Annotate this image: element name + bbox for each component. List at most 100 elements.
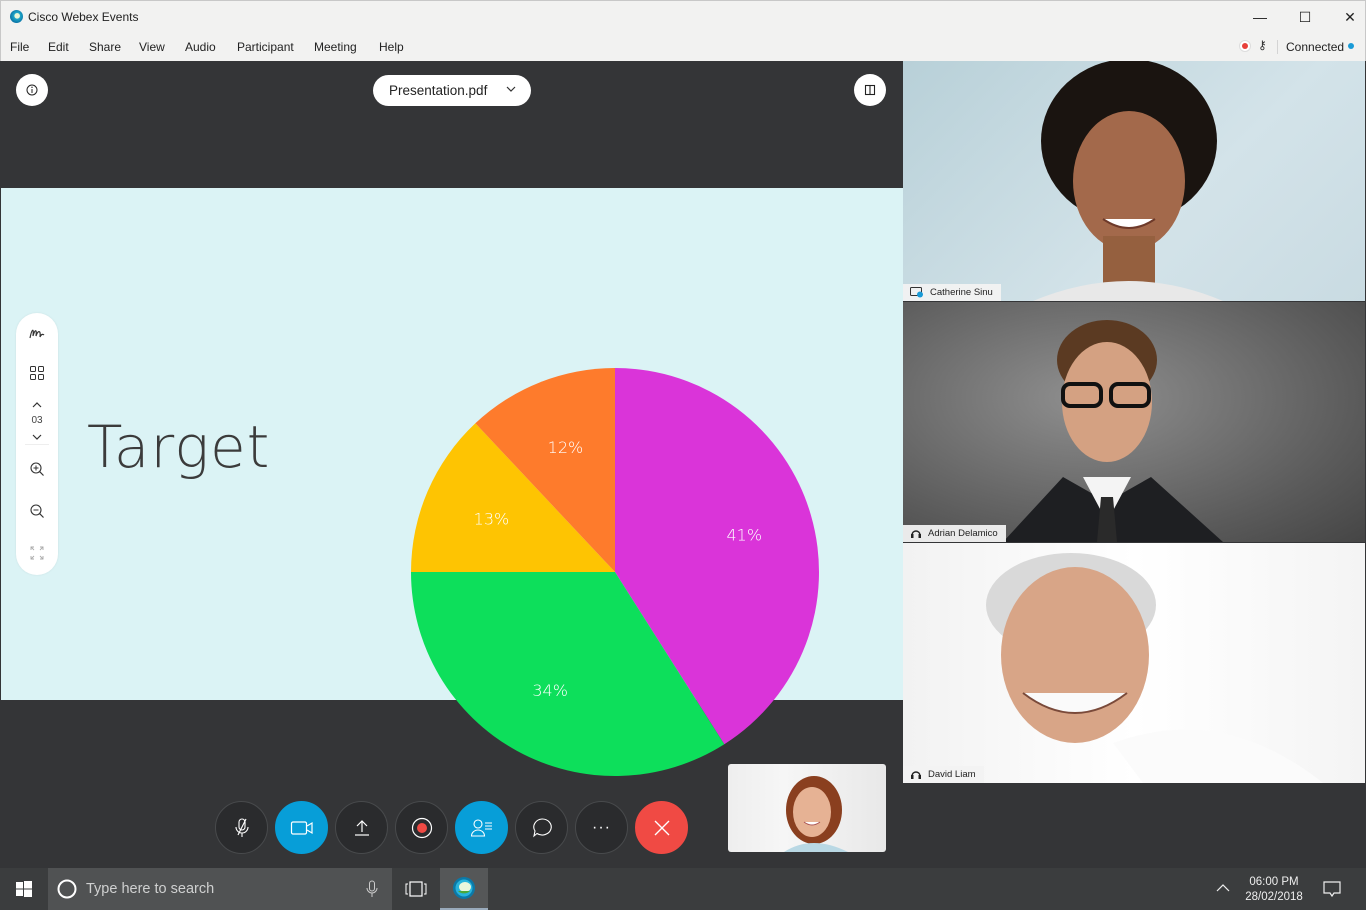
close-icon xyxy=(654,820,669,835)
connection-status: Connected xyxy=(1286,40,1345,54)
show-hidden-icons-icon[interactable] xyxy=(1215,883,1231,893)
info-button[interactable] xyxy=(16,74,48,106)
layout-toggle-button[interactable] xyxy=(854,74,886,106)
participant-video-catherine xyxy=(1033,61,1223,301)
divider xyxy=(1277,40,1278,54)
file-name: Presentation.pdf xyxy=(389,83,488,98)
search-placeholder: Type here to search xyxy=(86,881,215,897)
participant-name-tag: David Liam xyxy=(903,766,984,783)
pie-slice-label: 34% xyxy=(532,681,568,700)
expand-icon xyxy=(30,546,44,560)
info-icon xyxy=(26,84,38,96)
cortana-icon xyxy=(57,879,77,899)
menu-edit[interactable]: Edit xyxy=(48,40,69,54)
windows-logo-icon xyxy=(16,881,32,897)
headset-icon xyxy=(911,770,921,779)
presentation-stage: Presentation.pdf 03 Target 41% 34% 13% 1… xyxy=(1,61,903,868)
microphone-muted-icon xyxy=(234,817,249,837)
menu-bar: File Edit Share View Audio Participant M… xyxy=(0,32,1366,61)
slide-title: Target xyxy=(87,413,271,481)
clock-time: 06:00 PM xyxy=(1249,876,1299,888)
participant-name-tag: Adrian Delamico xyxy=(903,525,1006,542)
chevron-down-icon xyxy=(506,86,516,92)
video-tile-adrian[interactable]: Adrian Delamico xyxy=(903,302,1365,542)
pie-chart: 41% 34% 13% 12% xyxy=(411,368,820,776)
mute-button[interactable] xyxy=(215,801,268,854)
video-camera-icon xyxy=(290,820,313,835)
chevron-down-icon xyxy=(32,434,42,440)
pie-slice-label: 12% xyxy=(548,438,584,457)
recording-indicator-icon[interactable] xyxy=(1239,40,1251,52)
headset-icon xyxy=(911,529,921,538)
slide-toolbox: 03 xyxy=(16,313,58,575)
next-page-button[interactable] xyxy=(16,431,58,443)
participants-button[interactable] xyxy=(455,801,508,854)
maximize-button[interactable]: ☐ xyxy=(1293,7,1317,27)
zoom-in-icon xyxy=(30,462,44,476)
record-button[interactable] xyxy=(395,801,448,854)
zoom-out-icon xyxy=(30,504,44,518)
fullscreen-button[interactable] xyxy=(16,543,58,563)
chat-button[interactable] xyxy=(515,801,568,854)
video-button[interactable] xyxy=(275,801,328,854)
action-center-icon[interactable] xyxy=(1323,881,1341,898)
record-icon xyxy=(411,817,432,838)
zoom-out-button[interactable] xyxy=(16,501,58,521)
annotate-button[interactable] xyxy=(16,321,58,345)
split-layout-icon xyxy=(864,84,876,96)
video-tile-david[interactable]: David Liam xyxy=(903,543,1365,783)
menu-meeting[interactable]: Meeting xyxy=(314,40,357,54)
menu-view[interactable]: View xyxy=(139,40,165,54)
self-view-video[interactable] xyxy=(728,764,886,852)
prev-page-button[interactable] xyxy=(16,399,58,411)
video-tile-catherine[interactable]: Catherine Sinu xyxy=(903,61,1365,301)
menu-share[interactable]: Share xyxy=(89,40,121,54)
participants-icon xyxy=(470,818,492,837)
chat-bubble-icon xyxy=(532,817,552,837)
file-selector-dropdown[interactable]: Presentation.pdf xyxy=(373,75,531,106)
menu-audio[interactable]: Audio xyxy=(185,40,216,54)
self-view-face xyxy=(784,776,848,852)
thumbnails-button[interactable] xyxy=(16,363,58,383)
participant-name: Catherine Sinu xyxy=(930,287,993,298)
upload-icon xyxy=(354,819,369,836)
participant-videos: Catherine Sinu Adrian Delamico David Lia… xyxy=(903,61,1365,868)
more-button[interactable]: ··· xyxy=(575,801,628,854)
video-presenter-icon xyxy=(910,287,923,298)
app-title: Cisco Webex Events xyxy=(28,10,139,24)
key-icon[interactable]: ⚷ xyxy=(1258,38,1267,52)
task-view-icon xyxy=(405,881,427,897)
participant-name: Adrian Delamico xyxy=(928,528,998,539)
slide: 03 Target 41% 34% 13% 12% xyxy=(1,188,903,776)
taskbar-search[interactable]: Type here to search xyxy=(48,868,392,910)
toolbox-divider xyxy=(25,444,49,445)
participant-name: David Liam xyxy=(928,769,976,780)
connection-dot-icon xyxy=(1348,43,1354,49)
share-button[interactable] xyxy=(335,801,388,854)
minimize-button[interactable]: — xyxy=(1248,7,1272,27)
webex-logo-icon xyxy=(10,10,23,23)
leave-meeting-button[interactable] xyxy=(635,801,688,854)
participant-video-david xyxy=(986,553,1323,783)
task-view-button[interactable] xyxy=(392,868,440,910)
title-bar: Cisco Webex Events — ☐ ✕ xyxy=(0,0,1366,32)
more-icon: ··· xyxy=(592,818,611,836)
taskbar-clock[interactable]: 06:00 PM 28/02/2018 xyxy=(1236,875,1312,905)
zoom-in-button[interactable] xyxy=(16,459,58,479)
menu-help[interactable]: Help xyxy=(379,40,404,54)
participant-name-tag: Catherine Sinu xyxy=(903,284,1001,301)
microphone-icon xyxy=(366,880,378,897)
pie-slice-label: 41% xyxy=(727,525,763,544)
taskbar-webex-app[interactable] xyxy=(440,868,488,910)
page-number: 03 xyxy=(31,415,43,426)
start-button[interactable] xyxy=(0,868,48,910)
windows-taskbar: Type here to search 06:00 PM 28/02/2018 xyxy=(0,868,1366,910)
clock-date: 28/02/2018 xyxy=(1245,891,1303,903)
menu-participant[interactable]: Participant xyxy=(237,40,294,54)
pen-scribble-icon xyxy=(29,329,45,339)
pie-slice-label: 13% xyxy=(474,510,510,529)
webex-app-icon xyxy=(453,877,475,899)
grid-icon xyxy=(30,366,44,380)
menu-file[interactable]: File xyxy=(10,40,29,54)
close-window-button[interactable]: ✕ xyxy=(1338,7,1362,27)
